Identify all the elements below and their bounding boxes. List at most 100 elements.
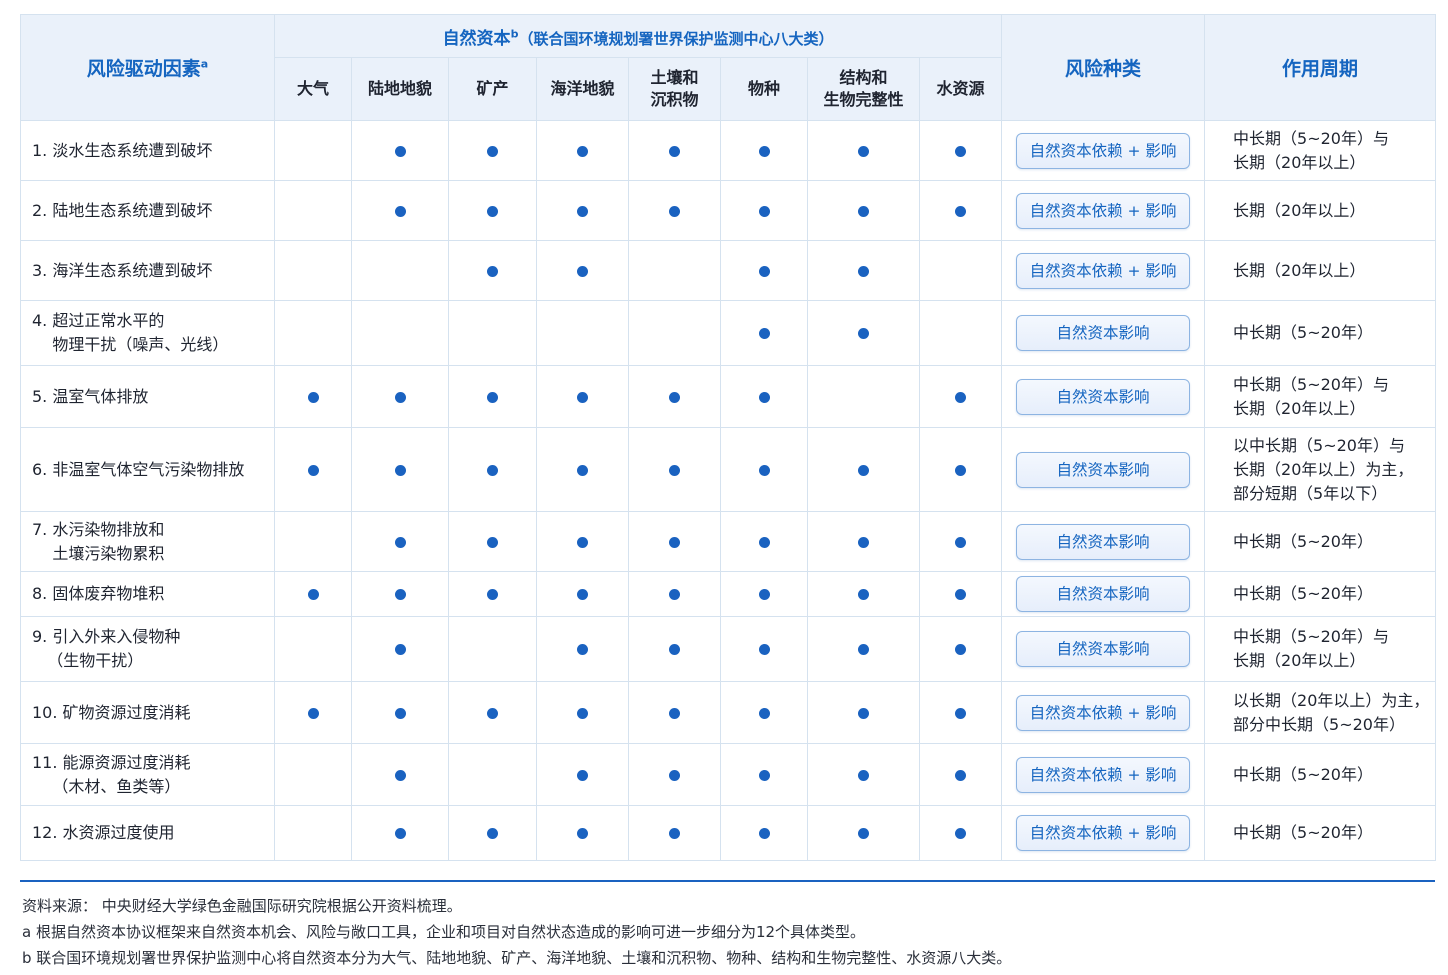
capital-cell [720, 365, 808, 428]
capital-cell [536, 300, 629, 366]
capital-cell [720, 511, 808, 572]
filled-circle-icon [487, 536, 498, 548]
table-header: 风险驱动因素a 自然资本b（联合国环境规划署世界保护监测中心八大类） 风险种类 … [20, 14, 1437, 121]
risk-factor-label: 1. 淡水生态系统遭到破坏 [32, 140, 213, 160]
period-cell: 以中长期（5~20年）与 长期（20年以上）为主， 部分短期（5年以下） [1204, 427, 1437, 512]
filled-circle-icon [669, 828, 680, 839]
risk-factor-label: 2. 陆地生态系统遭到破坏 [32, 200, 213, 220]
period-label: 长期（20年以上） [1233, 260, 1366, 280]
table-row: 4. 超过正常水平的 物理干扰（噪声、光线） 自然资本影响 中长期（5~20年） [20, 300, 1437, 366]
capital-cell [918, 571, 1003, 617]
period-label: 中长期（5~20年） [1233, 323, 1373, 342]
capital-cell [351, 120, 449, 181]
risk-type-badge: 自然资本依赖 + 影响 [1016, 756, 1191, 793]
capital-cell [628, 427, 721, 512]
header-capital-column: 土壤和 沉积物 [628, 57, 721, 121]
period-cell: 以长期（20年以上）为主， 部分中长期（5~20年） [1204, 681, 1437, 744]
notes: 资料来源： 中央财经大学绿色金融国际研究院根据公开资料梳理。 a 根据自然资本协… [22, 893, 1432, 971]
capital-cell [720, 427, 808, 512]
capital-cell [918, 805, 1003, 861]
filled-circle-icon [577, 828, 588, 839]
capital-cell [536, 571, 629, 617]
filled-circle-icon [487, 145, 498, 157]
filled-circle-icon [758, 828, 770, 839]
filled-circle-icon [307, 707, 319, 719]
capital-cell [536, 365, 629, 428]
table-row: 9. 引入外来入侵物种 （生物干扰） 自然资本影响 中长期（5~20年）与 长期（2… [20, 616, 1437, 682]
filled-circle-icon [955, 536, 966, 548]
capital-cell [448, 743, 537, 806]
capital-cell [536, 805, 629, 861]
risk-type-cell: 自然资本依赖 + 影响 [1001, 805, 1206, 861]
filled-circle-icon [955, 391, 966, 403]
capital-cell [448, 681, 537, 744]
filled-circle-icon [394, 464, 406, 476]
filled-circle-icon [858, 536, 869, 548]
period-label: 中长期（5~20年）与 长期（20年以上） [1233, 374, 1389, 418]
filled-circle-icon [394, 589, 406, 600]
capital-cell [720, 300, 808, 366]
capital-cell [918, 681, 1003, 744]
filled-circle-icon [858, 707, 869, 719]
capital-cell [536, 427, 629, 512]
filled-circle-icon [394, 769, 406, 781]
capital-cell [720, 180, 808, 241]
filled-circle-icon [669, 769, 680, 781]
filled-circle-icon [577, 205, 588, 217]
capital-cell [274, 616, 352, 682]
filled-circle-icon [577, 464, 588, 476]
capital-cell [807, 681, 920, 744]
risk-factor-label: 7. 水污染物排放和 土壤污染物累积 [32, 519, 165, 563]
filled-circle-icon [758, 644, 770, 655]
risk-table-container: 风险驱动因素a 自然资本b（联合国环境规划署世界保护监测中心八大类） 风险种类 … [20, 14, 1437, 861]
capital-cell [628, 511, 721, 572]
risk-type-cell: 自然资本影响 [1001, 511, 1206, 572]
filled-circle-icon [307, 589, 319, 600]
period-label: 中长期（5~20年）与 长期（20年以上） [1233, 128, 1389, 172]
risk-factor-cell: 2. 陆地生态系统遭到破坏 [20, 180, 275, 241]
capital-cell [351, 300, 449, 366]
capital-cell [628, 805, 721, 861]
capital-cell [918, 180, 1003, 241]
period-cell: 中长期（5~20年） [1204, 511, 1437, 572]
filled-circle-icon [858, 328, 869, 339]
filled-circle-icon [758, 536, 770, 548]
header-period: 作用周期 [1204, 14, 1437, 121]
capital-cell [274, 511, 352, 572]
filled-circle-icon [955, 707, 966, 719]
risk-factor-label: 6. 非温室气体空气污染物排放 [32, 459, 245, 479]
risk-factor-label: 8. 固体废弃物堆积 [32, 584, 165, 603]
filled-circle-icon [577, 769, 588, 781]
capital-cell [448, 120, 537, 181]
header-capital-column: 陆地地貌 [351, 57, 449, 121]
capital-cell [918, 616, 1003, 682]
filled-circle-icon [858, 828, 869, 839]
capital-cell [807, 180, 920, 241]
capital-cell [807, 300, 920, 366]
filled-circle-icon [307, 391, 319, 403]
filled-circle-icon [577, 145, 588, 157]
notes-divider [20, 880, 1435, 882]
table-row: 3. 海洋生态系统遭到破坏 自然资本依赖 + 影响 长期（20年以上） [20, 240, 1437, 301]
period-label: 以中长期（5~20年）与 长期（20年以上）为主， 部分短期（5年以下） [1233, 435, 1414, 503]
filled-circle-icon [487, 391, 498, 403]
capital-cell [448, 427, 537, 512]
footnote-a: a 根据自然资本协议框架来自然资本机会、风险与敞口工具，企业和项目对自然状态造成… [22, 923, 866, 941]
filled-circle-icon [758, 265, 770, 277]
period-label: 中长期（5~20年） [1233, 584, 1373, 603]
filled-circle-icon [858, 265, 869, 277]
period-cell: 中长期（5~20年） [1204, 743, 1437, 806]
filled-circle-icon [669, 644, 680, 655]
filled-circle-icon [487, 464, 498, 476]
filled-circle-icon [758, 145, 770, 157]
filled-circle-icon [955, 828, 966, 839]
risk-factor-label: 12. 水资源过度使用 [32, 823, 175, 842]
risk-type-cell: 自然资本影响 [1001, 300, 1206, 366]
capital-cell [918, 300, 1003, 366]
header-capital-column: 海洋地貌 [536, 57, 629, 121]
risk-factor-label: 3. 海洋生态系统遭到破坏 [32, 260, 213, 280]
filled-circle-icon [955, 205, 966, 217]
capital-cell [448, 511, 537, 572]
filled-circle-icon [955, 589, 966, 600]
capital-cell [274, 180, 352, 241]
